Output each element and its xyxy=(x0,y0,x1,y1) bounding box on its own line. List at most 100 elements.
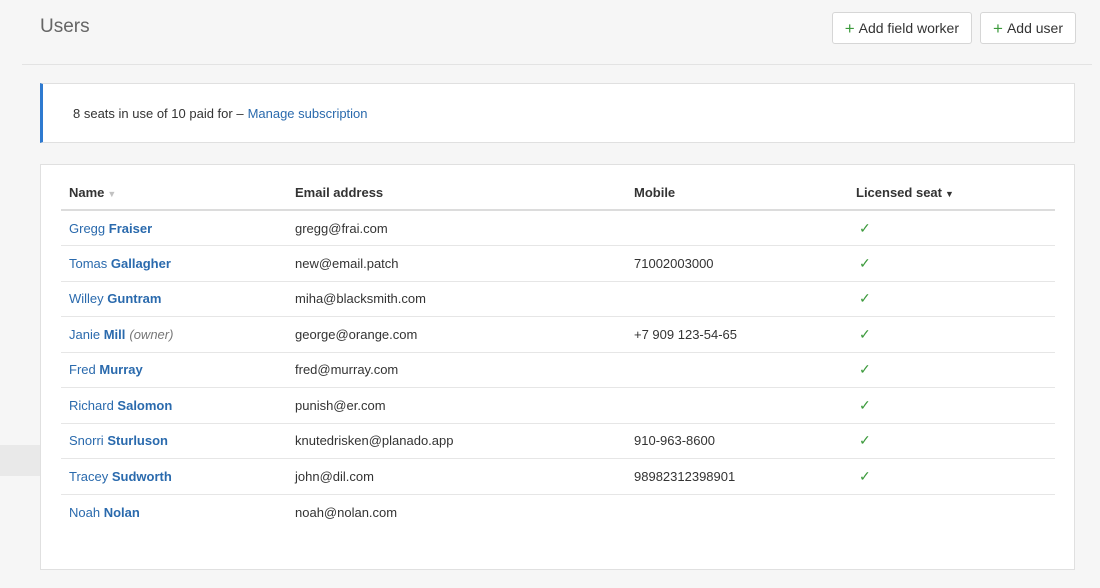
check-icon: ✓ xyxy=(859,219,871,236)
user-name-link[interactable]: Richard Salomon xyxy=(69,398,172,413)
cell-name: Snorri Sturluson xyxy=(61,423,287,459)
users-table-body: Gregg Fraiser gregg@frai.com ✓ Tomas Gallag… xyxy=(61,210,1055,530)
user-name-link[interactable]: Tomas Gallagher xyxy=(69,256,171,271)
table-header-row: Name ▼ Email address Mobile Licensed seat… xyxy=(61,175,1055,211)
user-name-link[interactable]: Gregg Fraiser xyxy=(69,221,152,236)
add-field-worker-button[interactable]: + Add field worker xyxy=(831,12,973,44)
cell-mobile xyxy=(626,210,848,246)
add-field-worker-label: Add field worker xyxy=(858,20,960,36)
header-divider xyxy=(22,64,1092,65)
last-name: Salomon xyxy=(117,397,173,413)
last-name: Mill xyxy=(103,326,126,342)
manage-subscription-link[interactable]: Manage subscription xyxy=(248,106,368,121)
first-name: Noah xyxy=(69,504,101,520)
first-name: Richard xyxy=(69,397,114,413)
user-name-link[interactable]: Tracey Sudworth xyxy=(69,469,172,484)
users-table: Name ▼ Email address Mobile Licensed seat… xyxy=(61,175,1055,530)
cell-mobile: 71002003000 xyxy=(626,245,848,282)
cell-licensed-seat: ✓ xyxy=(848,210,1055,246)
cell-email: fred@murray.com xyxy=(287,352,626,388)
cell-mobile: +7 909 123-54-65 xyxy=(626,316,848,353)
table-row[interactable]: Noah Nolan noah@nolan.com xyxy=(61,494,1055,530)
table-row[interactable]: Snorri Sturluson knutedrisken@planado.app… xyxy=(61,423,1055,459)
sort-down-icon: ▼ xyxy=(107,188,117,199)
column-header-label: Email address xyxy=(295,184,384,200)
page-title: Users xyxy=(40,16,90,37)
subscription-notice: 8 seats in use of 10 paid for – Manage s… xyxy=(40,83,1075,143)
cell-mobile: 910-963-8600 xyxy=(626,423,848,459)
table-row[interactable]: Gregg Fraiser gregg@frai.com ✓ xyxy=(61,210,1055,246)
table-row[interactable]: Janie Mill (owner) george@orange.com +7 909… xyxy=(61,316,1055,353)
cell-licensed-seat: ✓ xyxy=(848,245,1055,282)
last-name: Gallagher xyxy=(110,255,171,271)
column-header-mobile[interactable]: Mobile xyxy=(626,175,848,211)
cell-email: miha@blacksmith.com xyxy=(287,281,626,317)
last-name: Sturluson xyxy=(107,433,168,449)
cell-name: Fred Murray xyxy=(61,352,287,388)
first-name: Janie xyxy=(69,326,101,342)
last-name: Sudworth xyxy=(111,468,172,484)
add-user-button[interactable]: + Add user xyxy=(980,12,1076,44)
user-name-link[interactable]: Noah Nolan xyxy=(69,505,140,520)
user-name-link[interactable]: Snorri Sturluson xyxy=(69,433,168,448)
cell-name: Janie Mill (owner) xyxy=(61,316,287,353)
plus-icon: + xyxy=(844,18,855,38)
cell-name: Richard Salomon xyxy=(61,387,287,424)
table-row[interactable]: Tracey Sudworth john@dil.com 9898231239890… xyxy=(61,458,1055,495)
cell-licensed-seat: ✓ xyxy=(848,352,1055,388)
seats-usage-text: 8 seats in use of 10 paid for – xyxy=(73,105,244,121)
check-icon: ✓ xyxy=(859,325,871,342)
check-icon: ✓ xyxy=(859,432,871,449)
column-header-label: Name xyxy=(69,184,105,200)
cell-licensed-seat: ✓ xyxy=(848,387,1055,424)
cell-email: george@orange.com xyxy=(287,316,626,353)
table-row[interactable]: Fred Murray fred@murray.com ✓ xyxy=(61,352,1055,388)
table-row[interactable]: Richard Salomon punish@er.com ✓ xyxy=(61,387,1055,424)
cell-name: Noah Nolan xyxy=(61,494,287,530)
cell-mobile xyxy=(626,494,848,530)
cell-licensed-seat: ✓ xyxy=(848,316,1055,353)
user-name-link[interactable]: Janie Mill xyxy=(69,327,125,342)
column-header-email[interactable]: Email address xyxy=(287,175,626,211)
cell-email: new@email.patch xyxy=(287,245,626,282)
user-name-link[interactable]: Willey Guntram xyxy=(69,291,161,306)
table-row[interactable]: Willey Guntram miha@blacksmith.com ✓ xyxy=(61,281,1055,317)
cell-licensed-seat: ✓ xyxy=(848,423,1055,459)
user-name-link[interactable]: Fred Murray xyxy=(69,362,143,377)
check-icon: ✓ xyxy=(859,467,871,484)
last-name: Nolan xyxy=(103,504,140,520)
cell-name: Tracey Sudworth xyxy=(61,458,287,495)
column-header-name[interactable]: Name ▼ xyxy=(61,175,287,211)
cell-licensed-seat: ✓ xyxy=(848,281,1055,317)
last-name: Murray xyxy=(99,362,143,378)
first-name: Gregg xyxy=(69,220,106,236)
check-icon: ✓ xyxy=(859,361,871,378)
column-header-label: Mobile xyxy=(634,184,676,200)
first-name: Tomas xyxy=(69,255,108,271)
first-name: Snorri xyxy=(69,433,104,449)
add-user-label: Add user xyxy=(1006,20,1063,36)
cell-mobile xyxy=(626,387,848,424)
last-name: Fraiser xyxy=(108,220,153,236)
cell-name: Willey Guntram xyxy=(61,281,287,317)
header-actions: + Add field worker + Add user xyxy=(831,12,1076,44)
first-name: Tracey xyxy=(69,468,109,484)
cell-mobile xyxy=(626,281,848,317)
caret-down-icon: ▼ xyxy=(945,188,954,199)
cell-email: gregg@frai.com xyxy=(287,210,626,246)
first-name: Fred xyxy=(69,362,96,378)
sidebar-edge xyxy=(0,445,40,476)
check-icon: ✓ xyxy=(859,290,871,307)
last-name: Guntram xyxy=(107,291,162,307)
users-panel: Name ▼ Email address Mobile Licensed seat… xyxy=(40,164,1075,570)
cell-mobile xyxy=(626,352,848,388)
cell-mobile: 98982312398901 xyxy=(626,458,848,495)
cell-email: knutedrisken@planado.app xyxy=(287,423,626,459)
cell-email: john@dil.com xyxy=(287,458,626,495)
column-header-licensed-seat[interactable]: Licensed seat ▼ xyxy=(848,175,1055,211)
cell-email: noah@nolan.com xyxy=(295,504,398,520)
cell-name: Tomas Gallagher xyxy=(61,245,287,282)
cell-licensed-seat: ✓ xyxy=(848,458,1055,495)
column-header-label: Licensed seat xyxy=(856,184,942,200)
table-row[interactable]: Tomas Gallagher new@email.patch 7100200300… xyxy=(61,245,1055,282)
